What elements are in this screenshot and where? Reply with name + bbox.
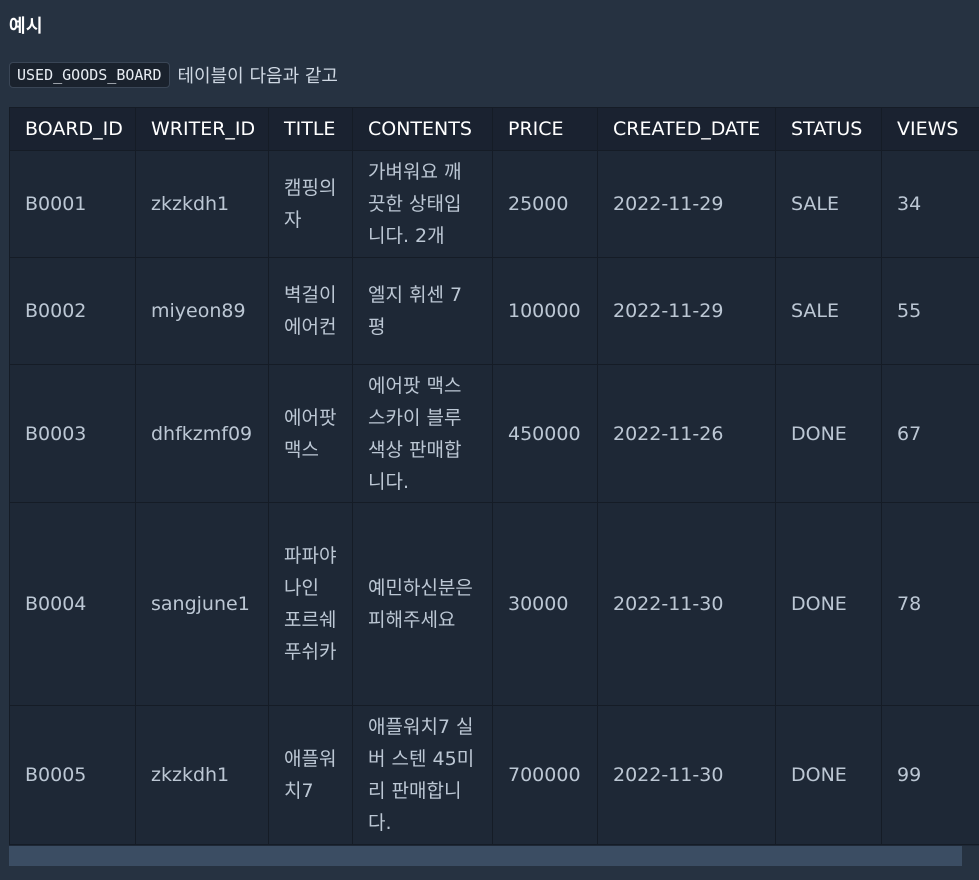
cell-board-id: B0005 [9, 705, 136, 845]
cell-writer-id: miyeon89 [135, 257, 269, 365]
header-created-date: CREATED_DATE [597, 107, 776, 151]
cell-status: DONE [775, 502, 882, 706]
table-row: B0002 miyeon89 벽걸이 에어컨 엘지 휘센 7평 100000 2… [9, 257, 979, 365]
cell-title: 애플워치7 [268, 705, 353, 845]
table-row: B0003 dhfkzmf09 에어팟 맥스 에어팟 맥스 스카이 블루 색상 … [9, 364, 979, 503]
table-scroll-container[interactable]: BOARD_ID WRITER_ID TITLE CONTENTS PRICE … [9, 107, 979, 846]
cell-board-id: B0004 [9, 502, 136, 706]
table-header-row: BOARD_ID WRITER_ID TITLE CONTENTS PRICE … [9, 107, 979, 151]
cell-created-date: 2022-11-29 [597, 257, 776, 365]
cell-title: 파파야나인 포르쉐 푸쉬카 [268, 502, 353, 706]
cell-views: 34 [881, 150, 979, 258]
cell-views: 67 [881, 364, 979, 503]
cell-status: DONE [775, 705, 882, 845]
cell-title: 벽걸이 에어컨 [268, 257, 353, 365]
header-contents: CONTENTS [352, 107, 493, 151]
cell-created-date: 2022-11-29 [597, 150, 776, 258]
section-heading: 예시 [9, 16, 44, 37]
cell-views: 78 [881, 502, 979, 706]
header-title: TITLE [268, 107, 353, 151]
table-row: B0005 zkzkdh1 애플워치7 애플워치7 실버 스텐 45미리 판매합… [9, 705, 979, 845]
cell-price: 30000 [492, 502, 598, 706]
cell-contents: 예민하신분은 피해주세요 [352, 502, 493, 706]
cell-writer-id: dhfkzmf09 [135, 364, 269, 503]
header-board-id: BOARD_ID [9, 107, 136, 151]
description-text: 테이블이 다음과 같고 [177, 65, 338, 87]
table-name-code: USED_GOODS_BOARD [9, 61, 170, 88]
cell-price: 25000 [492, 150, 598, 258]
cell-contents: 엘지 휘센 7평 [352, 257, 493, 365]
table-row: B0004 sangjune1 파파야나인 포르쉐 푸쉬카 예민하신분은 피해주… [9, 502, 979, 706]
cell-contents: 가벼워요 깨끗한 상태입니다. 2개 [352, 150, 493, 258]
header-writer-id: WRITER_ID [135, 107, 269, 151]
horizontal-scrollbar[interactable] [9, 846, 962, 866]
cell-contents: 에어팟 맥스 스카이 블루 색상 판매합니다. [352, 364, 493, 503]
cell-writer-id: zkzkdh1 [135, 705, 269, 845]
header-views: VIEWS [881, 107, 979, 151]
header-price: PRICE [492, 107, 598, 151]
cell-status: SALE [775, 150, 882, 258]
cell-price: 450000 [492, 364, 598, 503]
data-table: BOARD_ID WRITER_ID TITLE CONTENTS PRICE … [9, 107, 979, 845]
cell-contents: 애플워치7 실버 스텐 45미리 판매합니다. [352, 705, 493, 845]
cell-status: SALE [775, 257, 882, 365]
cell-board-id: B0001 [9, 150, 136, 258]
cell-created-date: 2022-11-30 [597, 502, 776, 706]
cell-title: 캠핑의자 [268, 150, 353, 258]
cell-board-id: B0003 [9, 364, 136, 503]
cell-created-date: 2022-11-26 [597, 364, 776, 503]
table-row: B0001 zkzkdh1 캠핑의자 가벼워요 깨끗한 상태입니다. 2개 25… [9, 150, 979, 258]
cell-writer-id: sangjune1 [135, 502, 269, 706]
cell-views: 99 [881, 705, 979, 845]
header-status: STATUS [775, 107, 882, 151]
cell-title: 에어팟 맥스 [268, 364, 353, 503]
cell-board-id: B0002 [9, 257, 136, 365]
cell-price: 700000 [492, 705, 598, 845]
cell-status: DONE [775, 364, 882, 503]
description-line: USED_GOODS_BOARD 테이블이 다음과 같고 [9, 61, 338, 88]
cell-price: 100000 [492, 257, 598, 365]
cell-writer-id: zkzkdh1 [135, 150, 269, 258]
cell-created-date: 2022-11-30 [597, 705, 776, 845]
cell-views: 55 [881, 257, 979, 365]
